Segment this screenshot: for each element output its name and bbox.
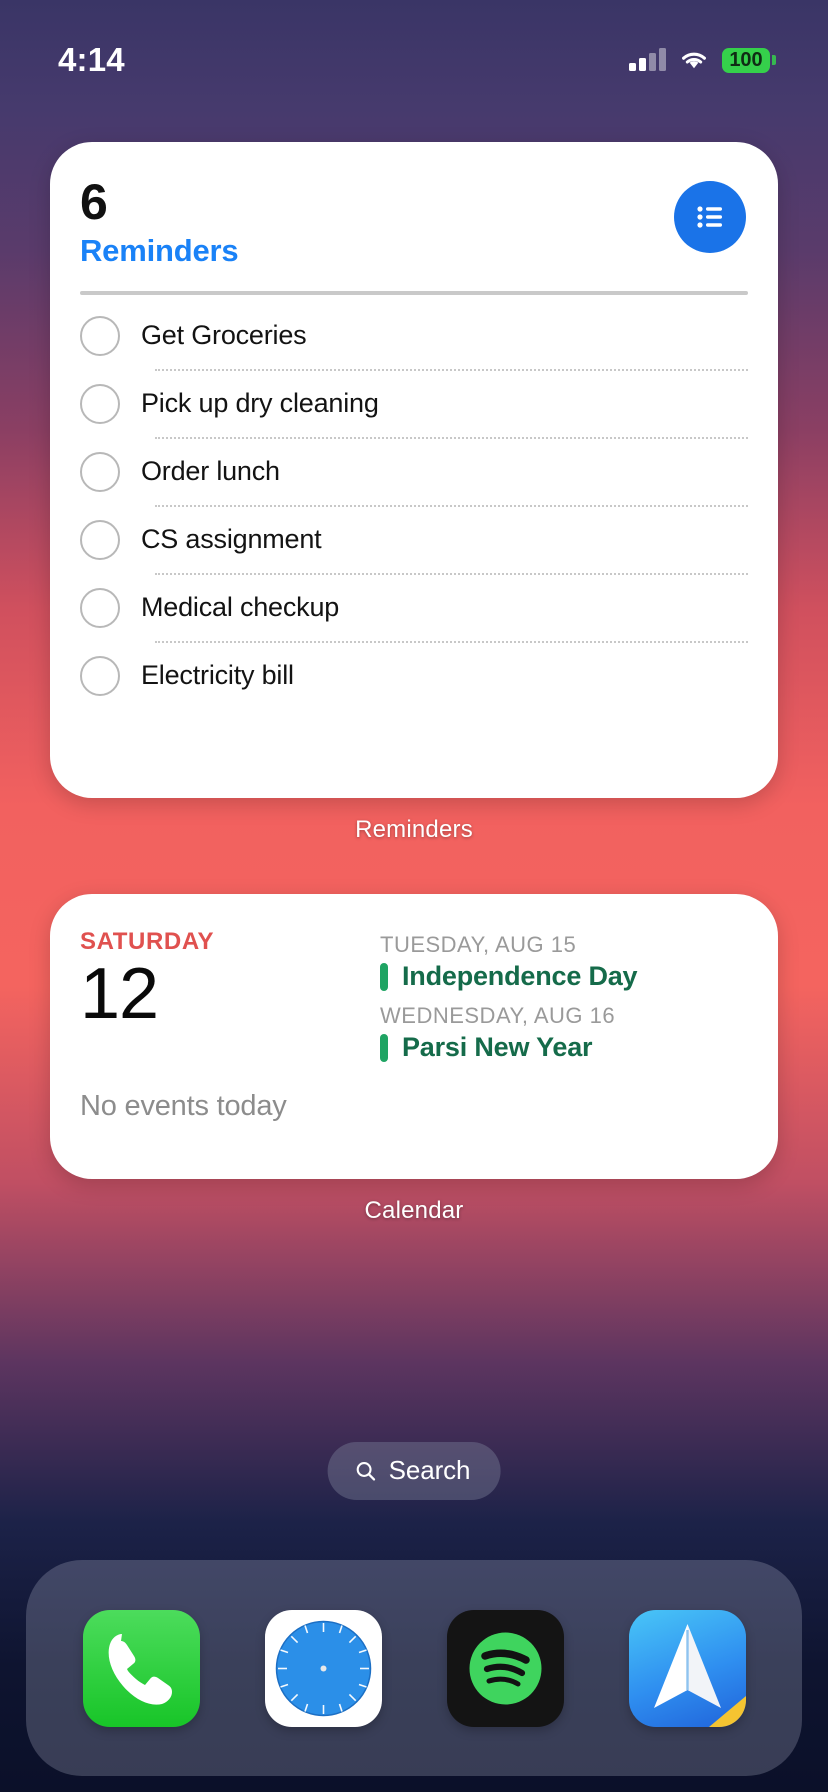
widget-stack: 6 Reminders Get Groceries Pick up dry cl… [50, 142, 778, 1225]
reminder-checkbox[interactable] [80, 587, 120, 628]
reminder-row[interactable]: Pick up dry cleaning [78, 371, 750, 437]
status-bar: 4:14 100 [0, 0, 828, 92]
home-screen: 4:14 100 6 Reminders Get Groceries Pick … [0, 0, 828, 1792]
spotify-icon [469, 1632, 541, 1704]
reminder-checkbox[interactable] [80, 383, 120, 424]
reminder-label: Medical checkup [141, 592, 340, 622]
reminders-count: 6 [80, 174, 108, 230]
calendar-event[interactable]: Parsi New Year [380, 1032, 748, 1063]
reminder-row[interactable]: CS assignment [78, 507, 750, 573]
reminders-widget-caption: Reminders [355, 816, 473, 843]
reminder-label: Order lunch [141, 456, 280, 486]
calendar-no-events-text: No events today [80, 1090, 287, 1122]
status-indicators: 100 [629, 47, 776, 73]
reminder-row[interactable]: Electricity bill [78, 643, 750, 709]
dock-app-spark[interactable] [628, 1609, 746, 1727]
safari-compass-icon [275, 1620, 371, 1716]
battery-icon: 100 [722, 47, 776, 73]
reminder-row[interactable]: Order lunch [78, 439, 750, 505]
reminders-header: 6 Reminders [78, 176, 750, 269]
reminders-divider [80, 290, 748, 295]
wifi-icon [682, 52, 706, 69]
reminder-row[interactable]: Medical checkup [78, 575, 750, 641]
event-title: Independence Day [402, 961, 638, 991]
search-label: Search [388, 1455, 471, 1485]
search-button[interactable]: Search [327, 1442, 501, 1500]
event-date-label: WEDNESDAY, AUG 16 [380, 1003, 616, 1028]
reminder-label: Electricity bill [141, 660, 294, 690]
search-icon [356, 1461, 376, 1481]
reminder-label: Get Groceries [141, 320, 307, 350]
battery-level: 100 [722, 47, 770, 73]
reminders-card[interactable]: 6 Reminders Get Groceries Pick up dry cl… [50, 142, 778, 798]
dock-app-spotify[interactable] [446, 1609, 564, 1727]
calendar-weekday: SATURDAY [80, 928, 215, 955]
status-time: 4:14 [58, 41, 125, 78]
list-bullet-glyph [697, 206, 722, 228]
calendar-day-number: 12 [80, 954, 159, 1034]
reminder-label: Pick up dry cleaning [141, 388, 379, 418]
event-color-bar [380, 962, 388, 991]
event-title: Parsi New Year [402, 1032, 593, 1062]
reminder-checkbox[interactable] [80, 451, 120, 492]
dock-app-phone[interactable] [82, 1609, 200, 1727]
reminders-list: Get Groceries Pick up dry cleaning Order… [78, 303, 750, 709]
list-bullet-icon[interactable] [674, 181, 746, 253]
reminder-checkbox[interactable] [80, 655, 120, 696]
reminders-widget[interactable]: 6 Reminders Get Groceries Pick up dry cl… [50, 142, 778, 844]
reminder-checkbox[interactable] [80, 315, 120, 356]
phone-icon [108, 1633, 172, 1705]
cellular-signal-icon [629, 48, 666, 71]
event-color-bar [380, 1033, 388, 1062]
calendar-event[interactable]: Independence Day [380, 961, 748, 992]
reminder-row[interactable]: Get Groceries [78, 303, 750, 369]
dock-app-safari[interactable] [264, 1609, 382, 1727]
calendar-upcoming-events: TUESDAY, AUG 15 Independence Day WEDNESD… [380, 928, 748, 1179]
event-date-label: TUESDAY, AUG 15 [380, 932, 577, 957]
calendar-card[interactable]: SATURDAY 12 TUESDAY, AUG 15 Independence… [50, 894, 778, 1179]
battery-cap [772, 55, 776, 65]
reminder-label: CS assignment [141, 524, 322, 554]
calendar-today: SATURDAY 12 [80, 928, 380, 1179]
reminders-header-text: 6 Reminders [80, 174, 239, 269]
dock [26, 1560, 802, 1776]
reminder-checkbox[interactable] [80, 519, 120, 560]
paper-plane-icon [653, 1623, 746, 1727]
reminders-title: Reminders [80, 232, 239, 268]
calendar-widget[interactable]: SATURDAY 12 TUESDAY, AUG 15 Independence… [50, 894, 778, 1225]
calendar-widget-caption: Calendar [364, 1197, 464, 1224]
